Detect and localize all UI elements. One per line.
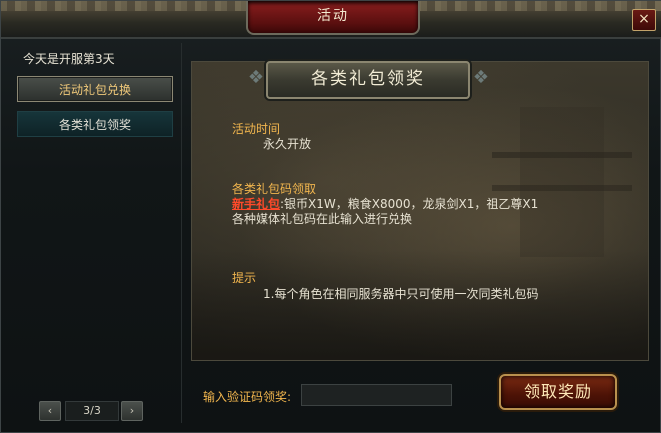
panel-divider [181, 43, 182, 423]
header-ornament-right-icon: ❖ [472, 67, 490, 88]
verification-code-input[interactable] [301, 384, 452, 406]
media-code-note: 各种媒体礼包码在此输入进行兑换 [232, 212, 413, 226]
newbie-gift-link[interactable]: 新手礼包 [232, 197, 280, 211]
close-button[interactable]: × [632, 9, 656, 31]
gift-reward-text: :银币X1W，粮食X8000，龙泉剑X1，祖乙尊X1 [280, 197, 539, 211]
time-value: 永久开放 [263, 137, 312, 151]
panel-header: 各类礼包领奖 [266, 61, 470, 99]
sidebar-item-gift-rewards[interactable]: 各类礼包领奖 [17, 111, 173, 137]
background-building-image [492, 107, 632, 257]
next-page-button[interactable]: › [121, 401, 143, 421]
verification-code-label: 输入验证码领奖: [203, 390, 292, 404]
tip-text: 1.每个角色在相同服务器中只可使用一次同类礼包码 [263, 287, 539, 301]
sidebar-item-gift-exchange[interactable]: 活动礼包兑换 [17, 76, 173, 102]
prev-page-button[interactable]: ‹ [39, 401, 61, 421]
tip-label: 提示 [232, 271, 257, 285]
pager: ‹ 3/3 › [39, 401, 143, 421]
background-shade [192, 250, 648, 360]
activity-window: 活动 × 今天是开服第3天 活动礼包兑换 各类礼包领奖 ❖ 各类礼包领奖 ❖ 活… [0, 0, 661, 433]
server-days-text: 今天是开服第3天 [23, 52, 115, 66]
window-title: 活动 [246, 1, 420, 35]
page-indicator: 3/3 [65, 401, 119, 421]
claim-reward-button[interactable]: 领取奖励 [499, 374, 617, 410]
